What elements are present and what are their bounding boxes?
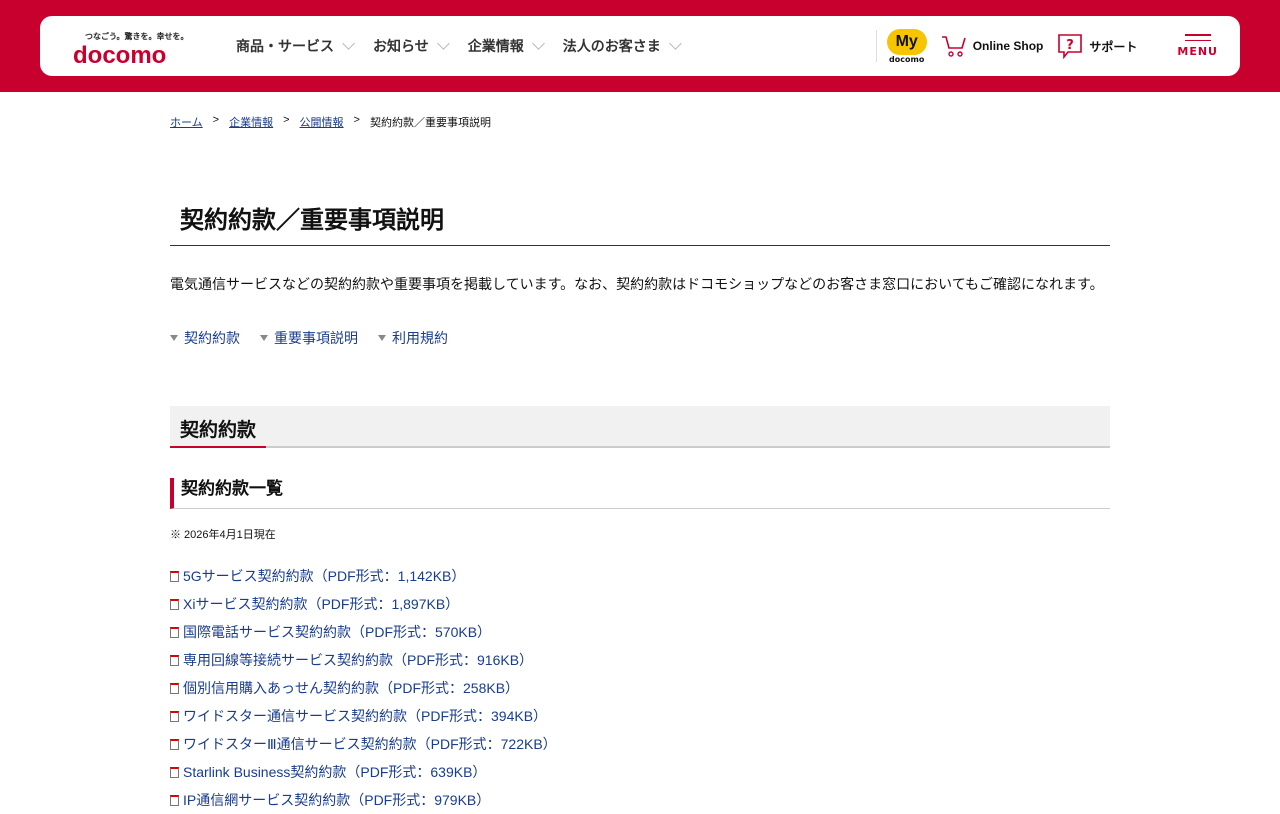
help-icon: ? xyxy=(1058,34,1083,59)
list-item: 5Gサービス契約約款（PDF形式：1,142KB） xyxy=(170,562,1110,590)
my-docomo-link[interactable]: My docomo xyxy=(886,28,927,64)
document-link[interactable]: ワイドスターⅢ通信サービス契約約款（PDF形式：722KB） xyxy=(183,734,557,754)
nav-label: お知らせ xyxy=(373,39,429,55)
breadcrumb-separator: > xyxy=(283,114,290,126)
nav-news[interactable]: お知らせ xyxy=(373,36,452,56)
document-link[interactable]: 専用回線等接続サービス契約約款（PDF形式：916KB） xyxy=(183,650,533,670)
chevron-down-icon xyxy=(436,37,450,50)
page-title: 契約約款／重要事項説明 xyxy=(170,200,1110,246)
nav-products[interactable]: 商品・サービス xyxy=(236,36,357,56)
menu-button[interactable]: MENU xyxy=(1177,34,1218,58)
pdf-icon xyxy=(170,626,179,638)
document-link[interactable]: Starlink Business契約約款（PDF形式：639KB） xyxy=(183,762,486,782)
hamburger-icon xyxy=(1184,34,1211,36)
menu-label: MENU xyxy=(1177,45,1218,58)
breadcrumb: ホーム > 企業情報 > 公開情報 > 契約約款／重要事項説明 xyxy=(170,114,1110,130)
chevron-down-icon xyxy=(342,37,355,50)
list-item: 個別信用購入あっせん契約約款（PDF形式：258KB） xyxy=(170,674,1110,702)
support-label: サポート xyxy=(1089,39,1138,54)
breadcrumb-current: 契約約款／重要事項説明 xyxy=(369,117,491,129)
my-docomo-icon: My xyxy=(886,28,927,55)
main-nav: 商品・サービス お知らせ 企業情報 法人のお客さま xyxy=(236,36,684,56)
online-shop-link[interactable]: Online Shop xyxy=(941,34,1044,58)
document-link[interactable]: 国際電話サービス契約約款（PDF形式：570KB） xyxy=(183,622,491,642)
anchor-terms[interactable]: 契約約款 xyxy=(170,328,240,348)
list-item: ワイドスター通信サービス契約約款（PDF形式：394KB） xyxy=(170,702,1110,730)
pdf-icon xyxy=(170,766,179,778)
document-link[interactable]: 5Gサービス契約約款（PDF形式：1,142KB） xyxy=(183,566,465,586)
my-docomo-label: docomo xyxy=(889,54,925,64)
docomo-logo[interactable]: つなごう。驚きを。幸せを。 docomo xyxy=(73,21,201,71)
subsection-heading: 契約約款一覧 xyxy=(170,478,1110,509)
triangle-down-icon xyxy=(378,335,386,341)
anchor-label: 利用規約 xyxy=(392,331,448,347)
anchor-links: 契約約款 重要事項説明 利用規約 xyxy=(170,328,1110,348)
document-link[interactable]: 個別信用購入あっせん契約約款（PDF形式：258KB） xyxy=(183,678,519,698)
nav-corporate[interactable]: 企業情報 xyxy=(468,36,547,56)
date-note: ※ 2026年4月1日現在 xyxy=(170,529,276,541)
section-title: 契約約款 xyxy=(170,406,267,448)
divider xyxy=(875,30,877,62)
section-heading: 契約約款 xyxy=(170,406,1110,448)
breadcrumb-public-info[interactable]: 公開情報 xyxy=(300,114,344,130)
pdf-icon xyxy=(170,738,179,750)
breadcrumb-home[interactable]: ホーム xyxy=(170,114,203,130)
pdf-icon xyxy=(170,570,179,582)
document-link[interactable]: ワイドスター通信サービス契約約款（PDF形式：394KB） xyxy=(183,706,547,726)
nav-business[interactable]: 法人のお客さま xyxy=(563,36,684,56)
list-item: 専用回線等接続サービス契約約款（PDF形式：916KB） xyxy=(170,646,1110,674)
triangle-down-icon xyxy=(260,335,268,341)
list-item: IP通信網サービス契約約款（PDF形式：979KB） xyxy=(170,786,1110,814)
breadcrumb-separator: > xyxy=(212,114,220,126)
list-item: ワイドスターⅢ通信サービス契約約款（PDF形式：722KB） xyxy=(170,730,1110,758)
pdf-icon xyxy=(170,794,179,806)
support-link[interactable]: ? サポート xyxy=(1057,33,1137,59)
breadcrumb-separator: > xyxy=(353,114,360,126)
nav-label: 法人のお客さま xyxy=(562,39,661,55)
document-link[interactable]: IP通信網サービス契約約款（PDF形式：979KB） xyxy=(183,790,490,810)
nav-label: 企業情報 xyxy=(467,39,524,55)
hamburger-icon xyxy=(1184,39,1211,41)
document-link[interactable]: Xiサービス契約約款（PDF形式：1,897KB） xyxy=(183,594,459,614)
chevron-down-icon xyxy=(668,37,682,50)
logo-tagline: つなごう。驚きを。幸せを。 xyxy=(85,32,189,41)
logo-text: docomo xyxy=(73,42,167,69)
breadcrumb-corporate[interactable]: 企業情報 xyxy=(229,114,273,130)
top-bar: つなごう。驚きを。幸せを。 docomo 商品・サービス お知らせ 企業情報 法… xyxy=(0,0,1280,92)
pdf-icon xyxy=(170,598,179,610)
chevron-down-icon xyxy=(531,37,545,50)
nav-label: 商品・サービス xyxy=(236,39,334,55)
list-item: Starlink Business契約約款（PDF形式：639KB） xyxy=(170,758,1110,786)
anchor-label: 契約約款 xyxy=(184,331,240,347)
pdf-icon xyxy=(170,682,179,694)
svg-text:?: ? xyxy=(1067,38,1075,53)
list-item: Xiサービス契約約款（PDF形式：1,897KB） xyxy=(170,590,1110,618)
list-item: 国際電話サービス契約約款（PDF形式：570KB） xyxy=(170,618,1110,646)
pdf-icon xyxy=(170,710,179,722)
anchor-important[interactable]: 重要事項説明 xyxy=(260,328,358,348)
main-content: ホーム > 企業情報 > 公開情報 > 契約約款／重要事項説明 契約約款／重要事項説明… xyxy=(170,114,1110,814)
header-actions: My docomo Online Shop ? サポート MENU xyxy=(875,16,1218,76)
document-list: 5Gサービス契約約款（PDF形式：1,142KB） Xiサービス契約約款（PDF… xyxy=(170,562,1110,814)
lead-text: 電気通信サービスなどの契約約款や重要事項を掲載しています。なお、契約約款はドコモ… xyxy=(170,277,1104,293)
header: つなごう。驚きを。幸せを。 docomo 商品・サービス お知らせ 企業情報 法… xyxy=(40,16,1240,76)
online-shop-label: Online Shop xyxy=(972,39,1044,53)
cart-icon xyxy=(941,36,966,57)
pdf-icon xyxy=(170,654,179,666)
triangle-down-icon xyxy=(170,335,178,341)
anchor-usage[interactable]: 利用規約 xyxy=(378,328,448,348)
anchor-label: 重要事項説明 xyxy=(274,331,358,347)
